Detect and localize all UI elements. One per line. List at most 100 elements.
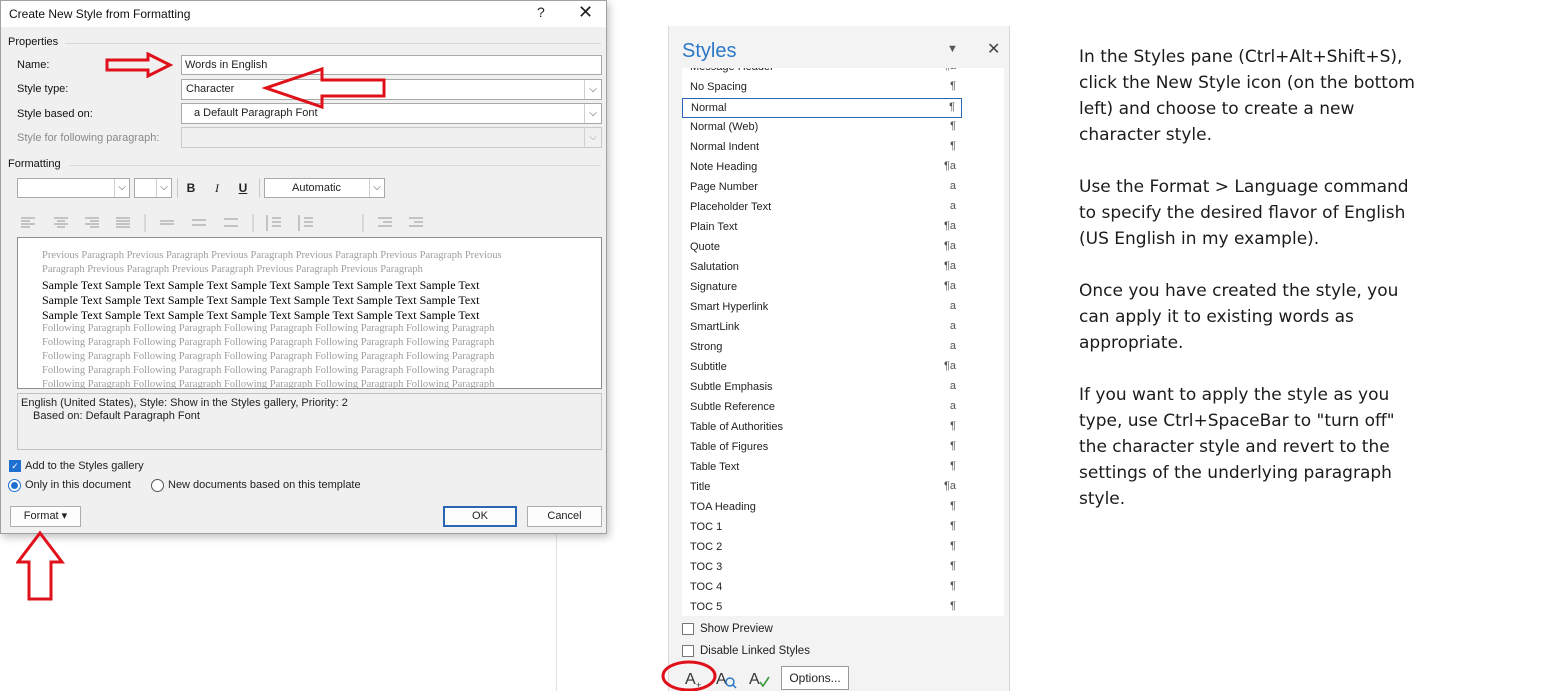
style-list-item[interactable]: TOC 1 ¶ (682, 518, 962, 538)
style-based-on-label: Style based on: (17, 108, 93, 120)
paragraph-style-icon: ¶ (950, 600, 956, 612)
help-button[interactable]: ? (537, 4, 545, 20)
italic-button[interactable]: I (207, 178, 227, 198)
style-list-item[interactable]: Table of Figures ¶ (682, 438, 962, 458)
style-type-dropdown[interactable]: Character ⌵ (181, 79, 602, 100)
style-name: Page Number (690, 181, 758, 193)
name-field[interactable]: Words in English (181, 55, 602, 75)
style-list-item[interactable]: Table Text ¶ (682, 458, 962, 478)
style-list-item[interactable]: Normal Indent ¶ (682, 138, 962, 158)
chevron-down-icon[interactable]: ⌵ (369, 179, 384, 197)
style-list-item[interactable]: SmartLink a (682, 318, 962, 338)
dialog-close-icon[interactable]: ✕ (578, 2, 593, 23)
paragraph-style-icon: ¶ (949, 101, 955, 113)
linked-style-icon: ¶a (943, 160, 956, 172)
pane-close-icon[interactable]: ✕ (987, 39, 1000, 59)
chevron-down-icon[interactable]: ⌵ (114, 179, 129, 197)
style-name: Title (690, 481, 711, 493)
preview-following-paragraph: Following Paragraph Following Paragraph … (42, 351, 495, 362)
annotation-arrow-format (16, 530, 66, 601)
style-list-item[interactable]: TOC 4 ¶ (682, 578, 962, 598)
chevron-down-icon[interactable]: ⌵ (584, 104, 601, 123)
pane-options-dropdown-icon[interactable]: ▼ (947, 43, 958, 55)
preview-following-paragraph: Following Paragraph Following Paragraph … (42, 323, 495, 334)
style-list-item[interactable]: TOC 5 ¶ (682, 598, 962, 616)
preview-sample-text: Sample Text Sample Text Sample Text Samp… (42, 293, 480, 307)
style-list-item[interactable]: Message Header ¶a (682, 68, 962, 78)
manage-styles-button[interactable]: A (747, 666, 771, 690)
style-list-item[interactable]: TOC 3 ¶ (682, 558, 962, 578)
show-preview-checkbox[interactable]: Show Preview (682, 622, 842, 638)
preview-previous-paragraph: Paragraph Previous Paragraph Previous Pa… (42, 264, 423, 275)
disable-linked-styles-label: Disable Linked Styles (700, 645, 810, 657)
style-list-item[interactable]: TOC 2 ¶ (682, 538, 962, 558)
decrease-indent-icon (378, 217, 392, 227)
ok-button[interactable]: OK (443, 506, 517, 527)
character-style-icon: a (949, 320, 956, 332)
add-to-gallery-label: Add to the Styles gallery (25, 460, 144, 472)
style-type-value: Character (186, 83, 235, 95)
preview-following-paragraph: Following Paragraph Following Paragraph … (42, 379, 495, 389)
underline-button[interactable]: U (233, 178, 253, 198)
checkbox-box[interactable] (682, 623, 694, 635)
style-list-item[interactable]: Page Number a (682, 178, 962, 198)
style-list-item[interactable]: Subtle Reference a (682, 398, 962, 418)
character-style-icon: a (949, 300, 956, 312)
style-list-item[interactable]: Title ¶a (682, 478, 962, 498)
format-button[interactable]: Format ▾ (10, 506, 81, 527)
styles-list[interactable]: Message Header¶aNo Spacing¶Normal¶Normal… (682, 68, 1004, 616)
style-name: TOA Heading (690, 501, 756, 513)
font-color-dropdown[interactable]: Automatic ⌵ (264, 178, 385, 198)
style-name: TOC 1 (690, 521, 723, 533)
description-line-1: English (United States), Style: Show in … (21, 397, 348, 409)
style-list-item[interactable]: TOA Heading ¶ (682, 498, 962, 518)
character-style-icon: a (949, 400, 956, 412)
style-name: TOC 4 (690, 581, 723, 593)
style-name: TOC 3 (690, 561, 723, 573)
font-name-dropdown[interactable]: ⌵ (17, 178, 130, 198)
style-list-item[interactable]: Signature ¶a (682, 278, 962, 298)
style-list-item[interactable]: Quote ¶a (682, 238, 962, 258)
paragraph-format-toolbar (21, 214, 423, 232)
style-list-item[interactable]: Normal ¶ (682, 98, 962, 118)
style-list-item[interactable]: Subtitle ¶a (682, 358, 962, 378)
paragraph-style-icon: ¶ (950, 500, 956, 512)
style-list-item[interactable]: Strong a (682, 338, 962, 358)
style-list-item[interactable]: Salutation ¶a (682, 258, 962, 278)
single-spacing-icon (160, 220, 174, 225)
radio-dot[interactable] (151, 479, 164, 492)
options-button[interactable]: Options... (781, 666, 849, 690)
checkbox-box[interactable] (682, 645, 694, 657)
style-name: Note Heading (690, 161, 758, 173)
chevron-down-icon[interactable]: ⌵ (156, 179, 171, 197)
style-list-item[interactable]: Smart Hyperlink a (682, 298, 962, 318)
style-list-item[interactable]: Subtle Emphasis a (682, 378, 962, 398)
radio-dot[interactable] (8, 479, 21, 492)
style-list-item[interactable]: Plain Text ¶a (682, 218, 962, 238)
font-size-dropdown[interactable]: ⌵ (134, 178, 172, 198)
bold-button[interactable]: B (181, 178, 201, 198)
style-list-item[interactable]: Note Heading ¶a (682, 158, 962, 178)
align-right-icon (85, 217, 99, 228)
cancel-button[interactable]: Cancel (527, 506, 602, 527)
style-preview: Previous Paragraph Previous Paragraph Pr… (17, 237, 602, 389)
chevron-down-icon[interactable]: ⌵ (584, 80, 601, 99)
paragraph-style-icon: ¶ (950, 140, 956, 152)
annotation-arrow-style-type (262, 66, 386, 110)
style-name: TOC 5 (690, 601, 723, 613)
style-based-on-dropdown[interactable]: a Default Paragraph Font ⌵ (181, 103, 602, 124)
space-before-icon (266, 215, 281, 231)
preview-sample-text: Sample Text Sample Text Sample Text Samp… (42, 308, 480, 322)
styles-pane-title: Styles (682, 40, 737, 62)
style-list-item[interactable]: Normal (Web) ¶ (682, 118, 962, 138)
style-name: No Spacing (690, 81, 747, 93)
formatting-divider (69, 165, 601, 166)
style-list-item[interactable]: Placeholder Text a (682, 198, 962, 218)
style-name: Message Header (690, 68, 774, 73)
paragraph-style-icon: ¶ (950, 560, 956, 572)
style-name: Normal (691, 102, 727, 114)
style-list-item[interactable]: Table of Authorities ¶ (682, 418, 962, 438)
style-name: Table Text (690, 461, 740, 473)
style-list-item[interactable]: No Spacing ¶ (682, 78, 962, 98)
checkmark-icon[interactable]: ✓ (9, 460, 21, 472)
